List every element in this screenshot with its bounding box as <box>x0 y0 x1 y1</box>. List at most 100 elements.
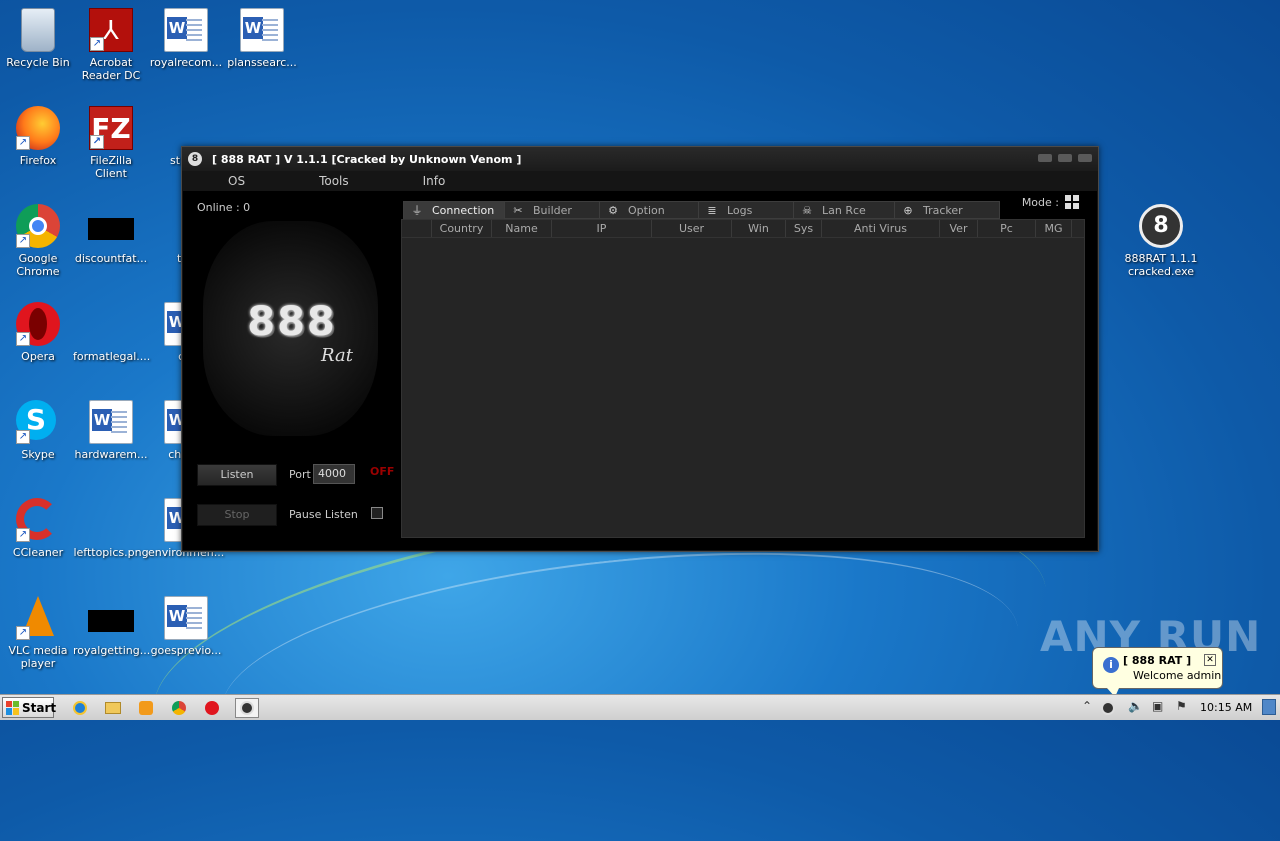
start-button[interactable]: Start <box>2 697 56 718</box>
column-header-sys[interactable]: Sys <box>786 220 822 237</box>
table-header: Country Name IP User Win Sys Anti Virus … <box>402 220 1084 238</box>
taskbar-chrome[interactable] <box>167 698 191 718</box>
app-logo-icon: 8 <box>188 152 202 166</box>
desktop-icon-vlc[interactable]: ↗ VLC media player <box>0 596 76 670</box>
close-icon[interactable]: ✕ <box>1204 654 1216 666</box>
menu-item-os[interactable]: OS <box>228 174 245 188</box>
column-header-user[interactable]: User <box>652 220 732 237</box>
column-header-pc[interactable]: Pc <box>978 220 1036 237</box>
database-icon: ≣ <box>707 203 717 217</box>
tab-option[interactable]: ⚙ Option <box>599 201 699 219</box>
windows-logo-icon <box>1065 195 1079 209</box>
menu-bar: OS Tools Info <box>182 171 1098 191</box>
tray-notification[interactable]: i [ 888 RAT ] Welcome admin ✕ <box>1092 647 1223 697</box>
shortcut-arrow-icon: ↗ <box>16 332 30 346</box>
column-header-name[interactable]: Name <box>492 220 552 237</box>
taskbar-explorer[interactable] <box>101 698 125 718</box>
file-thumbnail <box>73 498 149 546</box>
tray-888rat[interactable] <box>1096 698 1120 718</box>
tab-lan-rce[interactable]: ☠ Lan Rce <box>793 201 895 219</box>
show-hidden-icons-icon[interactable]: ⌃ <box>1082 699 1092 713</box>
desktop-icon-formatlegal[interactable]: formatlegal.... <box>73 302 150 363</box>
column-header-ver[interactable]: Ver <box>940 220 978 237</box>
desktop-icon-recycle-bin[interactable]: Recycle Bin <box>0 8 76 69</box>
column-header-ip[interactable]: IP <box>552 220 652 237</box>
column-header-country[interactable]: Country <box>432 220 492 237</box>
file-thumbnail <box>88 218 134 240</box>
listen-button[interactable]: Listen <box>197 464 277 486</box>
tab-logs[interactable]: ≣ Logs <box>698 201 794 219</box>
tab-builder[interactable]: ✂ Builder <box>504 201 600 219</box>
desktop-icon-royalgetting[interactable]: royalgetting... <box>73 596 150 657</box>
word-doc-icon: W <box>89 400 133 444</box>
clock[interactable]: 10:15 AM <box>1200 701 1252 714</box>
desktop-icon-skype[interactable]: S ↗ Skype <box>0 400 76 461</box>
column-header-win[interactable]: Win <box>732 220 786 237</box>
menu-item-tools[interactable]: Tools <box>319 174 349 188</box>
logo-number: 888 <box>247 299 337 345</box>
file-thumbnail <box>73 302 149 350</box>
window-title: [ 888 RAT ] V 1.1.1 [Cracked by Unknown … <box>212 152 522 166</box>
taskbar-opera[interactable] <box>200 698 224 718</box>
menu-item-info[interactable]: Info <box>423 174 446 188</box>
tab-tracker[interactable]: ⊕ Tracker <box>894 201 1000 219</box>
taskbar: Start ⌃ 🔈 ▣ ⚑ 10:15 AM <box>0 694 1280 720</box>
folder-icon <box>105 702 121 714</box>
desktop-icon-google-chrome[interactable]: ↗ Google Chrome <box>0 204 76 278</box>
file-thumbnail <box>88 610 134 632</box>
desktop-icon-planssearc[interactable]: W planssearc... <box>224 8 300 69</box>
port-label: Port <box>289 468 311 481</box>
taskbar-media-player[interactable] <box>134 698 158 718</box>
pause-listen-checkbox[interactable] <box>371 507 383 519</box>
volume-icon[interactable]: 🔈 <box>1128 699 1143 713</box>
shortcut-arrow-icon: ↗ <box>16 234 30 248</box>
desktop-icon-goesprevio[interactable]: W goesprevio... <box>148 596 224 657</box>
word-doc-icon: W <box>164 8 208 52</box>
vlc-cone-icon: ↗ <box>16 596 60 640</box>
desktop-icon-hardwarem[interactable]: W hardwarem... <box>73 400 149 461</box>
tab-connection[interactable]: ⏚ Connection <box>403 201 505 219</box>
show-desktop-button[interactable] <box>1262 699 1276 715</box>
shortcut-arrow-icon: ↗ <box>16 626 30 640</box>
taskbar-888rat[interactable] <box>235 698 259 718</box>
taskbar-ie[interactable] <box>68 698 92 718</box>
column-header[interactable] <box>402 220 432 237</box>
pause-listen-label: Pause Listen <box>289 508 358 521</box>
internet-explorer-icon <box>73 701 87 715</box>
desktop-icon-ccleaner[interactable]: ↗ CCleaner <box>0 498 76 559</box>
word-doc-icon: W <box>164 596 208 640</box>
desktop-icon-acrobat[interactable]: ⅄ ↗ Acrobat Reader DC <box>73 8 149 82</box>
column-header-mg[interactable]: MG <box>1036 220 1072 237</box>
chrome-icon: ↗ <box>16 204 60 248</box>
maximize-button[interactable] <box>1058 154 1072 162</box>
close-button[interactable] <box>1078 154 1092 162</box>
desktop-icon-discountfat[interactable]: discountfat... <box>73 204 149 265</box>
network-icon[interactable]: ▣ <box>1152 699 1163 713</box>
desktop-icon-royalrecom[interactable]: W royalrecom... <box>148 8 224 69</box>
plug-icon: ⏚ <box>411 204 423 217</box>
connections-table[interactable]: Country Name IP User Win Sys Anti Virus … <box>401 219 1085 538</box>
tools-icon: ✂ <box>513 203 523 217</box>
windows-flag-icon <box>6 700 19 715</box>
desktop-icon-firefox[interactable]: ↗ Firefox <box>0 106 76 167</box>
desktop-icon-opera[interactable]: ↗ Opera <box>0 302 76 363</box>
action-center-flag-icon[interactable]: ⚑ <box>1176 699 1187 713</box>
desktop-icon-888rat-exe[interactable]: 8 888RAT 1.1.1 cracked.exe <box>1123 204 1199 278</box>
desktop-icon-filezilla[interactable]: FZ ↗ FileZilla Client <box>73 106 149 180</box>
port-input[interactable]: 4000 <box>313 464 355 484</box>
opera-icon: ↗ <box>16 302 60 346</box>
media-player-icon <box>139 701 153 715</box>
stop-button[interactable]: Stop <box>197 504 277 526</box>
skype-icon: S ↗ <box>16 400 60 444</box>
888rat-tray-icon <box>1101 701 1115 715</box>
firefox-icon: ↗ <box>16 106 60 150</box>
minimize-button[interactable] <box>1038 154 1052 162</box>
tab-strip: ⏚ Connection ✂ Builder ⚙ Option ≣ Logs ☠ <box>403 201 1000 219</box>
shortcut-arrow-icon: ↗ <box>90 37 104 51</box>
window-titlebar[interactable]: 8 [ 888 RAT ] V 1.1.1 [Cracked by Unknow… <box>182 147 1098 171</box>
888rat-logo-icon <box>240 701 254 715</box>
desktop-icon-lefttopics[interactable]: lefttopics.png <box>73 498 149 559</box>
column-header-antivirus[interactable]: Anti Virus <box>822 220 940 237</box>
word-doc-icon: W <box>240 8 284 52</box>
mode-selector[interactable]: Mode : <box>1022 195 1079 209</box>
